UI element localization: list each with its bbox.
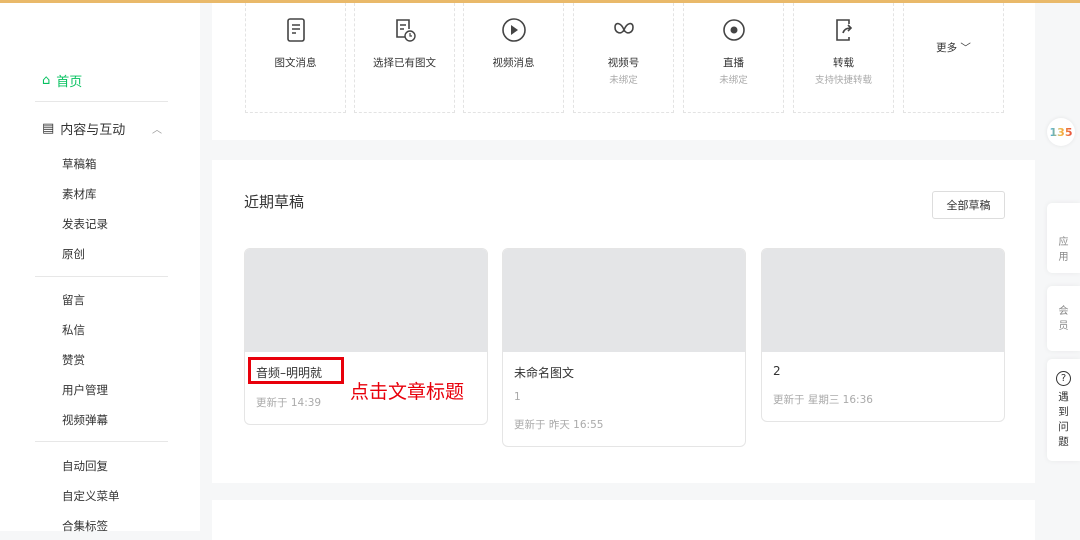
document-icon (246, 17, 345, 43)
apps-button[interactable]: 应用 (1047, 203, 1080, 273)
share-icon (794, 17, 893, 43)
draft-updated: 更新于 昨天 16:55 (514, 419, 604, 431)
sidebar-item-tags[interactable]: 合集标签 (62, 518, 108, 534)
select-existing-button[interactable]: 选择已有图文 (354, 3, 455, 113)
135-logo[interactable]: 135 (1047, 118, 1075, 146)
sidebar-item-menu[interactable]: 自定义菜单 (62, 488, 120, 504)
help-button[interactable]: ? 遇到问题 (1047, 359, 1080, 461)
sidebar-item-danmaku[interactable]: 视频弹幕 (62, 412, 108, 428)
home-icon: ⌂ (42, 73, 51, 88)
divider (35, 441, 168, 442)
draft-title[interactable]: 2 (773, 364, 1004, 378)
sidebar-item-published[interactable]: 发表记录 (62, 216, 108, 232)
draft-cover (503, 249, 745, 352)
sidebar: ⌂ 首页 ▤ 内容与互动 ︿ 草稿箱 素材库 发表记录 原创 留言 私信 赞赏 用户管… (0, 3, 200, 534)
draft-card[interactable]: 未命名图文 1 更新于 昨天 16:55 (502, 248, 746, 447)
sidebar-group-content[interactable]: ▤ 内容与互动 ︿ (42, 119, 162, 138)
sidebar-item-autoreply[interactable]: 自动回复 (62, 458, 108, 474)
member-button[interactable]: 会员 (1047, 286, 1080, 351)
more-button[interactable]: 更多 ﹀ (903, 3, 1004, 113)
draft-updated: 更新于 星期三 16:36 (773, 394, 873, 406)
document-icon: ▤ (42, 121, 55, 136)
sidebar-item-original[interactable]: 原创 (62, 246, 85, 262)
channels-icon (574, 17, 673, 43)
highlight-box (248, 357, 344, 384)
draft-desc: 1 (514, 391, 521, 403)
recent-drafts-panel: 近期草稿 全部草稿 音频–明明就 更新于 14:39 未命名图文 1 更新于 昨… (212, 160, 1035, 483)
sidebar-item-rewards[interactable]: 赞赏 (62, 352, 85, 368)
play-icon (464, 17, 563, 43)
section-title: 近期草稿 (244, 193, 305, 211)
divider (35, 276, 168, 277)
draft-title[interactable]: 未命名图文 (514, 364, 745, 381)
question-icon: ? (1056, 371, 1071, 386)
repost-button[interactable]: 转载 支持快捷转载 (793, 3, 894, 113)
document-clock-icon (355, 17, 454, 43)
live-button[interactable]: 直播 未绑定 (683, 3, 784, 113)
sidebar-item-messages[interactable]: 私信 (62, 322, 85, 338)
channels-button[interactable]: 视频号 未绑定 (573, 3, 674, 113)
sidebar-item-home[interactable]: ⌂ 首页 (42, 71, 82, 90)
draft-cover (762, 249, 1004, 352)
next-panel (212, 500, 1035, 540)
draft-cover (245, 249, 487, 352)
chevron-up-icon: ︿ (152, 125, 162, 136)
create-article-button[interactable]: 图文消息 (245, 3, 346, 113)
divider (35, 101, 168, 102)
sidebar-item-comments[interactable]: 留言 (62, 292, 85, 308)
create-toolbar: 图文消息 选择已有图文 视频消息 视频号 未绑定 直播 未绑定 转载 支持快捷转… (212, 3, 1035, 140)
video-message-button[interactable]: 视频消息 (463, 3, 564, 113)
annotation-text: 点击文章标题 (350, 381, 465, 403)
all-drafts-button[interactable]: 全部草稿 (932, 191, 1005, 219)
chevron-down-icon: ﹀ (960, 42, 971, 54)
sidebar-item-users[interactable]: 用户管理 (62, 382, 108, 398)
sidebar-item-library[interactable]: 素材库 (62, 186, 97, 202)
draft-card[interactable]: 2 更新于 星期三 16:36 (761, 248, 1005, 422)
live-icon (684, 17, 783, 43)
sidebar-item-drafts[interactable]: 草稿箱 (62, 156, 97, 172)
